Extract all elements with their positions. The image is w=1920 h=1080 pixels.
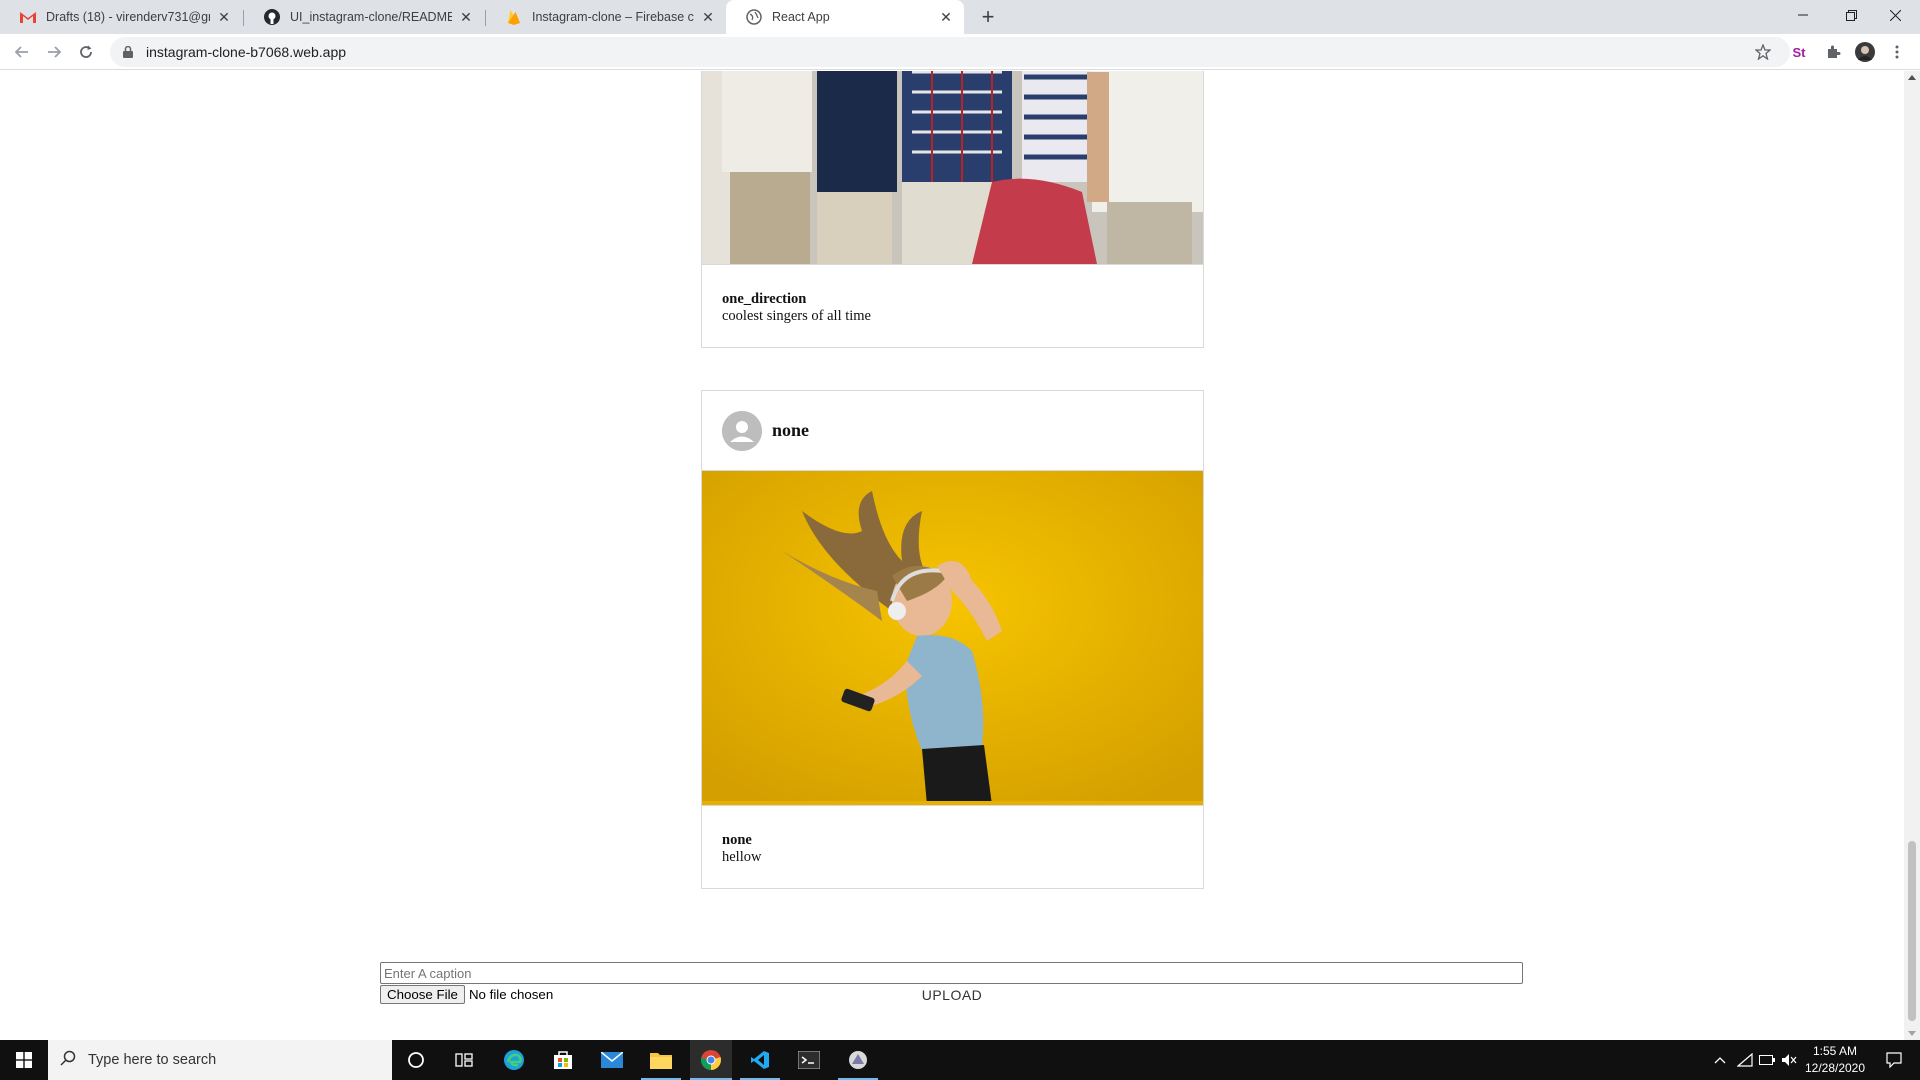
post-caption-text: coolest singers of all time	[722, 308, 871, 324]
scrollbar-thumb[interactable]	[1908, 841, 1916, 1021]
notification-icon[interactable]	[1874, 1040, 1914, 1080]
tab-title: Instagram-clone – Firebase cons	[532, 10, 694, 24]
chrome-icon[interactable]	[690, 1040, 732, 1080]
post-card: one_direction coolest singers of all tim…	[701, 71, 1204, 348]
forward-button[interactable]	[40, 39, 68, 65]
profile-avatar[interactable]	[1854, 41, 1876, 63]
tab-gmail[interactable]: Drafts (18) - virenderv731@gmai ✕	[0, 0, 242, 34]
close-icon[interactable]: ✕	[938, 9, 954, 25]
close-icon[interactable]: ✕	[700, 9, 716, 25]
caption-input[interactable]	[380, 962, 1523, 984]
menu-kebab-icon[interactable]	[1886, 41, 1908, 63]
clock-time: 1:55 AM	[1812, 1044, 1858, 1058]
close-window-button[interactable]	[1872, 0, 1918, 30]
post-caption-text: hellow	[722, 849, 762, 865]
tab-firebase[interactable]: Instagram-clone – Firebase cons ✕	[486, 0, 726, 34]
firebase-icon	[506, 9, 522, 25]
battery-icon[interactable]	[1756, 1040, 1778, 1080]
post-username: one_direction	[722, 291, 807, 307]
wifi-icon[interactable]	[1734, 1040, 1756, 1080]
app-icon[interactable]	[838, 1040, 878, 1080]
post-image	[702, 71, 1203, 264]
post-card: none none hellow	[701, 390, 1204, 889]
reload-button[interactable]	[72, 39, 100, 65]
extension-st-icon[interactable]: St	[1788, 41, 1810, 63]
lock-icon	[120, 44, 136, 60]
avatar[interactable]	[722, 410, 762, 451]
post-header: none	[702, 391, 1203, 471]
post-header-username[interactable]: none	[772, 420, 809, 441]
task-view-icon[interactable]	[444, 1040, 484, 1080]
tab-react-app[interactable]: React App ✕	[726, 0, 964, 34]
taskbar-search-box[interactable]: Type here to search	[48, 1040, 392, 1080]
post-image	[702, 471, 1203, 805]
browser-toolbar: instagram-clone-b7068.web.app St	[0, 34, 1920, 70]
store-icon[interactable]	[543, 1040, 583, 1080]
terminal-icon[interactable]	[789, 1040, 829, 1080]
vscode-icon[interactable]	[740, 1040, 780, 1080]
cortana-icon[interactable]	[396, 1040, 436, 1080]
tab-title: UI_instagram-clone/README.md	[290, 10, 452, 24]
back-button[interactable]	[8, 39, 36, 65]
windows-start-icon[interactable]	[0, 1040, 48, 1080]
clock-date: 12/28/2020	[1804, 1061, 1866, 1075]
minimize-button[interactable]	[1780, 0, 1826, 30]
address-bar[interactable]: instagram-clone-b7068.web.app	[110, 37, 1790, 67]
scroll-up-arrow-icon[interactable]	[1908, 75, 1916, 80]
star-icon[interactable]	[1752, 41, 1774, 63]
post-caption: one_direction coolest singers of all tim…	[702, 265, 1203, 347]
system-clock[interactable]: 1:55 AM 12/28/2020	[1800, 1043, 1870, 1077]
new-tab-button[interactable]: +	[976, 4, 1000, 29]
page-content: one_direction coolest singers of all tim…	[0, 71, 1904, 1040]
close-icon[interactable]: ✕	[458, 9, 474, 25]
tab-github[interactable]: UI_instagram-clone/README.md ✕	[244, 0, 484, 34]
search-icon	[60, 1050, 76, 1071]
url-text: instagram-clone-b7068.web.app	[146, 44, 347, 60]
extensions-puzzle-icon[interactable]	[1822, 41, 1844, 63]
volume-muted-icon[interactable]	[1778, 1040, 1800, 1080]
page-scrollbar[interactable]	[1904, 71, 1920, 1040]
tab-strip: Drafts (18) - virenderv731@gmai ✕ UI_ins…	[0, 0, 1920, 34]
post-caption: none hellow	[702, 806, 1203, 888]
tab-title: Drafts (18) - virenderv731@gmai	[46, 10, 210, 24]
restore-button[interactable]	[1828, 0, 1874, 30]
post-username: none	[722, 832, 752, 848]
taskbar: Type here to search 1:55 AM 12/28/2020	[0, 1040, 1920, 1080]
edge-icon[interactable]	[494, 1040, 534, 1080]
taskbar-search-placeholder: Type here to search	[88, 1052, 217, 1068]
tab-title: React App	[772, 10, 830, 24]
file-explorer-icon[interactable]	[641, 1040, 681, 1080]
close-icon[interactable]: ✕	[216, 9, 232, 25]
github-icon	[264, 9, 280, 25]
globe-icon	[746, 9, 762, 25]
scroll-down-arrow-icon[interactable]	[1908, 1031, 1916, 1036]
gmail-icon	[20, 9, 36, 25]
upload-button[interactable]: UPLOAD	[0, 987, 1904, 1003]
mail-icon[interactable]	[592, 1040, 632, 1080]
chevron-up-icon[interactable]	[1708, 1040, 1732, 1080]
